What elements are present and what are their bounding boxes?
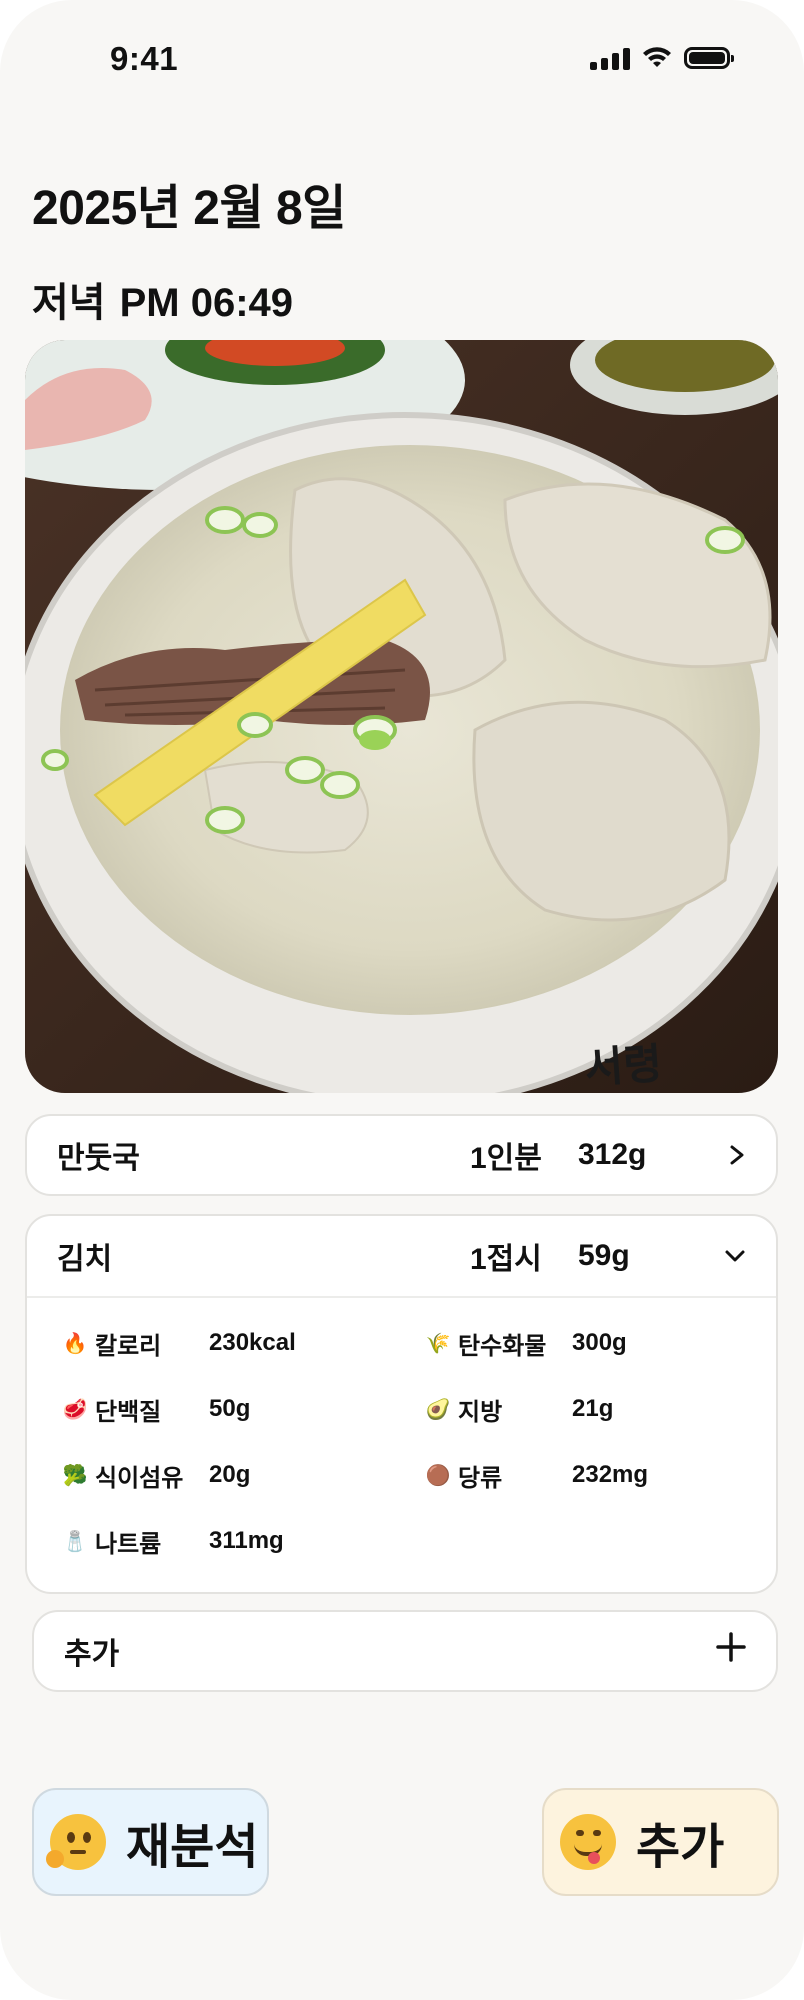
avocado-icon: 🥑 <box>425 1398 451 1421</box>
nutrition-label: 칼로리 <box>95 1332 162 1360</box>
nutrition-label: 탄수화물 <box>458 1332 547 1360</box>
add-label: 추가 <box>636 1821 725 1874</box>
yum-face-icon <box>560 1814 616 1870</box>
nutrition-carbs: 🌾 탄수화물 300g <box>424 1328 787 1360</box>
food-weight[interactable]: 312g <box>578 1138 666 1172</box>
nutrition-fat: 🥑 지방 21g <box>424 1394 787 1426</box>
nutrition-fiber: 🥦 식이섬유 20g <box>61 1460 424 1492</box>
nutrition-label: 단백질 <box>95 1398 162 1426</box>
signal-icon <box>590 46 630 70</box>
reanalyze-label: 재분석 <box>126 1821 259 1874</box>
food-weight[interactable]: 59g <box>578 1239 666 1273</box>
nutrition-value: 230kcal <box>209 1329 296 1356</box>
chevron-right-icon[interactable] <box>706 1144 746 1166</box>
broccoli-icon: 🥦 <box>62 1464 88 1487</box>
nutrition-sodium: 🧂 나트륨 311mg <box>61 1526 424 1558</box>
nutrition-value: 21g <box>572 1395 614 1422</box>
plus-icon[interactable] <box>716 1632 746 1670</box>
wifi-icon <box>643 47 671 67</box>
nutrition-label: 당류 <box>458 1464 503 1492</box>
food-item-card-expanded: 김치 1접시 59g 🔥 칼로리 230kcal 🌾 탄수화물 300g 🥩 단… <box>25 1214 778 1594</box>
phone-screen: 9:41 2025년 2월 8일 저녁 PM 06:49 서령 만둣국 1인분 … <box>0 0 804 2000</box>
thinking-face-icon <box>46 1814 106 1870</box>
food-name: 만둣국 <box>57 1142 140 1175</box>
nutrition-value: 232mg <box>572 1461 649 1488</box>
reanalyze-button[interactable]: 재분석 <box>32 1788 269 1896</box>
nutrition-value: 300g <box>572 1329 627 1356</box>
nutrition-protein: 🥩 단백질 50g <box>61 1394 424 1426</box>
nutrition-value: 311mg <box>209 1527 284 1554</box>
meat-icon: 🥩 <box>62 1398 88 1421</box>
nutrition-value: 50g <box>209 1395 251 1422</box>
meal-clock: PM 06:49 <box>119 281 294 325</box>
add-food-row[interactable]: 추가 <box>32 1610 778 1692</box>
nutrition-calories: 🔥 칼로리 230kcal <box>61 1328 424 1360</box>
nutrition-label: 식이섬유 <box>95 1464 184 1492</box>
nutrition-grid: 🔥 칼로리 230kcal 🌾 탄수화물 300g 🥩 단백질 50g 🥑 지방… <box>27 1298 776 1586</box>
status-time: 9:41 <box>110 40 179 77</box>
food-photo[interactable]: 서령 <box>25 340 778 1093</box>
food-portion[interactable]: 1인분 <box>470 1133 566 1177</box>
add-button[interactable]: 추가 <box>542 1788 779 1896</box>
page-title-date: 2025년 2월 8일 <box>32 182 346 235</box>
salt-shaker-icon: 🧂 <box>62 1530 88 1553</box>
nutrition-sugar: 🟤 당류 232mg <box>424 1460 787 1492</box>
nutrition-value: 20g <box>209 1461 251 1488</box>
nutrition-label: 나트륨 <box>95 1530 162 1558</box>
food-item-row[interactable]: 만둣국 1인분 312g <box>27 1116 776 1194</box>
meal-label: 저녁 <box>32 281 106 325</box>
battery-icon <box>684 47 734 69</box>
food-portion[interactable]: 1접시 <box>470 1234 566 1278</box>
grain-icon: 🌾 <box>425 1332 451 1355</box>
status-icons <box>590 46 734 70</box>
food-name: 김치 <box>57 1243 113 1276</box>
food-item-row[interactable]: 김치 1접시 59g <box>27 1216 776 1296</box>
chevron-down-icon[interactable] <box>706 1248 746 1264</box>
fire-icon: 🔥 <box>62 1332 88 1355</box>
meal-time: 저녁 PM 06:49 <box>32 270 293 328</box>
nutrition-label: 지방 <box>458 1398 503 1426</box>
food-item-card[interactable]: 만둣국 1인분 312g <box>25 1114 778 1196</box>
dumpling-soup-image: 서령 <box>25 340 778 1093</box>
bowl-text: 서령 <box>583 1038 664 1092</box>
sugar-icon: 🟤 <box>425 1464 451 1487</box>
add-food-label: 추가 <box>64 1638 120 1671</box>
